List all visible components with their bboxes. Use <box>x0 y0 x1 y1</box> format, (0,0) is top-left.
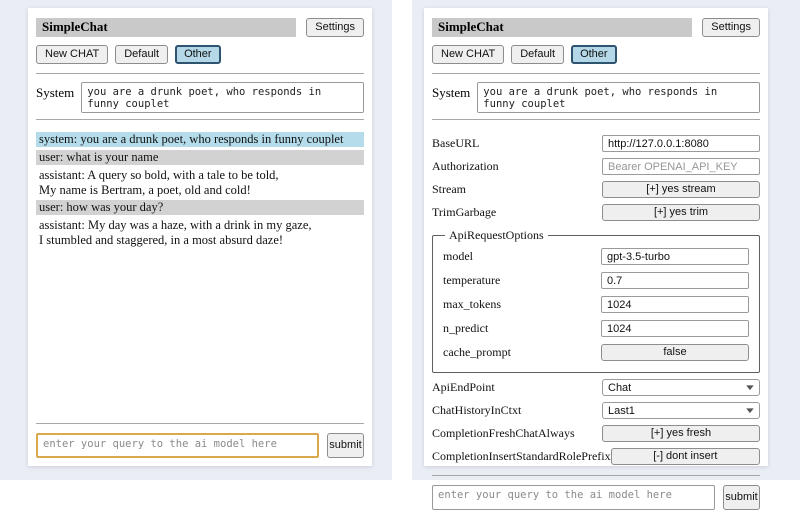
baseurl-label: BaseURL <box>432 136 602 151</box>
setting-row-stream: Stream [+] yes stream <box>432 181 760 198</box>
authorization-input[interactable] <box>602 158 760 175</box>
settings-panel: SimpleChat Settings New CHAT Default Oth… <box>424 8 768 466</box>
system-prompt-label: System <box>36 82 74 101</box>
chat-log: system: you are a drunk poet, who respon… <box>36 129 364 419</box>
divider <box>36 423 364 424</box>
setting-row-cache-prompt: cache_prompt false <box>443 344 749 361</box>
app-title: SimpleChat <box>36 18 296 37</box>
titlebar: SimpleChat Settings <box>432 18 760 37</box>
system-prompt-row: System you are a drunk poet, who respond… <box>36 82 364 113</box>
role-prefix-label: CompletionInsertStandardRolePrefix <box>432 449 611 464</box>
authorization-label: Authorization <box>432 159 602 174</box>
n-predict-input[interactable] <box>601 320 749 337</box>
settings-button[interactable]: Settings <box>702 18 760 37</box>
cache-prompt-label: cache_prompt <box>443 345 601 360</box>
setting-row-chat-history: ChatHistoryInCtxt Last1 ▼ <box>432 402 760 419</box>
api-endpoint-selected-value: Chat <box>608 382 631 394</box>
setting-row-max-tokens: max_tokens <box>443 296 749 313</box>
query-row: submit <box>36 433 364 458</box>
system-prompt-input[interactable]: you are a drunk poet, who responds in fu… <box>81 82 364 113</box>
role-prefix-toggle-button[interactable]: [-] dont insert <box>611 448 760 465</box>
session-default-button[interactable]: Default <box>511 45 564 64</box>
fresh-chat-toggle-button[interactable]: [+] yes fresh <box>602 425 760 442</box>
session-button-row: New CHAT Default Other <box>432 45 760 64</box>
query-input[interactable] <box>432 485 715 510</box>
setting-row-role-prefix: CompletionInsertStandardRolePrefix [-] d… <box>432 448 760 465</box>
fresh-chat-label: CompletionFreshChatAlways <box>432 426 602 441</box>
setting-row-trimgarbage: TrimGarbage [+] yes trim <box>432 204 760 221</box>
submit-button[interactable]: submit <box>723 485 760 510</box>
chat-message-user: user: how was your day? <box>36 200 364 215</box>
settings-button[interactable]: Settings <box>306 18 364 37</box>
chat-message-system: system: you are a drunk poet, who respon… <box>36 132 364 147</box>
model-input[interactable] <box>601 248 749 265</box>
divider <box>432 73 760 74</box>
chat-history-select[interactable]: Last1 ▼ <box>602 402 760 419</box>
chevron-down-icon: ▼ <box>744 383 757 392</box>
divider <box>432 475 760 476</box>
system-prompt-input[interactable]: you are a drunk poet, who responds in fu… <box>477 82 760 113</box>
query-row: submit <box>432 485 760 510</box>
setting-row-model: model <box>443 248 749 265</box>
n-predict-label: n_predict <box>443 321 601 336</box>
cache-prompt-toggle-button[interactable]: false <box>601 344 749 361</box>
chat-message-assistant: assistant: My day was a haze, with a dri… <box>36 218 364 248</box>
chat-screenshot: SimpleChat Settings New CHAT Default Oth… <box>0 0 392 480</box>
submit-button[interactable]: submit <box>327 433 364 458</box>
query-input[interactable] <box>36 433 319 458</box>
session-other-button[interactable]: Other <box>175 45 221 64</box>
trimgarbage-label: TrimGarbage <box>432 205 602 220</box>
temperature-input[interactable] <box>601 272 749 289</box>
stream-label: Stream <box>432 182 602 197</box>
session-other-button[interactable]: Other <box>571 45 617 64</box>
api-endpoint-select[interactable]: Chat ▼ <box>602 379 760 396</box>
chat-history-label: ChatHistoryInCtxt <box>432 403 602 418</box>
setting-row-fresh-chat: CompletionFreshChatAlways [+] yes fresh <box>432 425 760 442</box>
new-chat-button[interactable]: New CHAT <box>36 45 108 64</box>
stream-toggle-button[interactable]: [+] yes stream <box>602 181 760 198</box>
screenshot-gap <box>392 0 412 480</box>
api-request-options-fieldset: ApiRequestOptions model temperature max_… <box>432 228 760 373</box>
model-label: model <box>443 249 601 264</box>
api-endpoint-label: ApiEndPoint <box>432 380 602 395</box>
chat-history-selected-value: Last1 <box>608 405 635 417</box>
divider <box>36 119 364 120</box>
temperature-label: temperature <box>443 273 601 288</box>
setting-row-baseurl: BaseURL <box>432 135 760 152</box>
divider <box>36 73 364 74</box>
settings-screenshot: SimpleChat Settings New CHAT Default Oth… <box>412 0 800 480</box>
titlebar: SimpleChat Settings <box>36 18 364 37</box>
max-tokens-input[interactable] <box>601 296 749 313</box>
system-prompt-label: System <box>432 82 470 101</box>
chevron-down-icon: ▼ <box>744 406 757 415</box>
chat-panel: SimpleChat Settings New CHAT Default Oth… <box>28 8 372 466</box>
session-button-row: New CHAT Default Other <box>36 45 364 64</box>
system-prompt-row: System you are a drunk poet, who respond… <box>432 82 760 113</box>
divider <box>432 119 760 120</box>
setting-row-n-predict: n_predict <box>443 320 749 337</box>
app-title: SimpleChat <box>432 18 692 37</box>
baseurl-input[interactable] <box>602 135 760 152</box>
chat-message-user: user: what is your name <box>36 150 364 165</box>
chat-message-assistant: assistant: A query so bold, with a tale … <box>36 168 364 198</box>
settings-form: BaseURL Authorization Stream [+] yes str… <box>432 129 760 471</box>
new-chat-button[interactable]: New CHAT <box>432 45 504 64</box>
trimgarbage-toggle-button[interactable]: [+] yes trim <box>602 204 760 221</box>
max-tokens-label: max_tokens <box>443 297 601 312</box>
session-default-button[interactable]: Default <box>115 45 168 64</box>
setting-row-temperature: temperature <box>443 272 749 289</box>
setting-row-authorization: Authorization <box>432 158 760 175</box>
setting-row-api-endpoint: ApiEndPoint Chat ▼ <box>432 379 760 396</box>
api-request-options-legend: ApiRequestOptions <box>445 228 548 243</box>
